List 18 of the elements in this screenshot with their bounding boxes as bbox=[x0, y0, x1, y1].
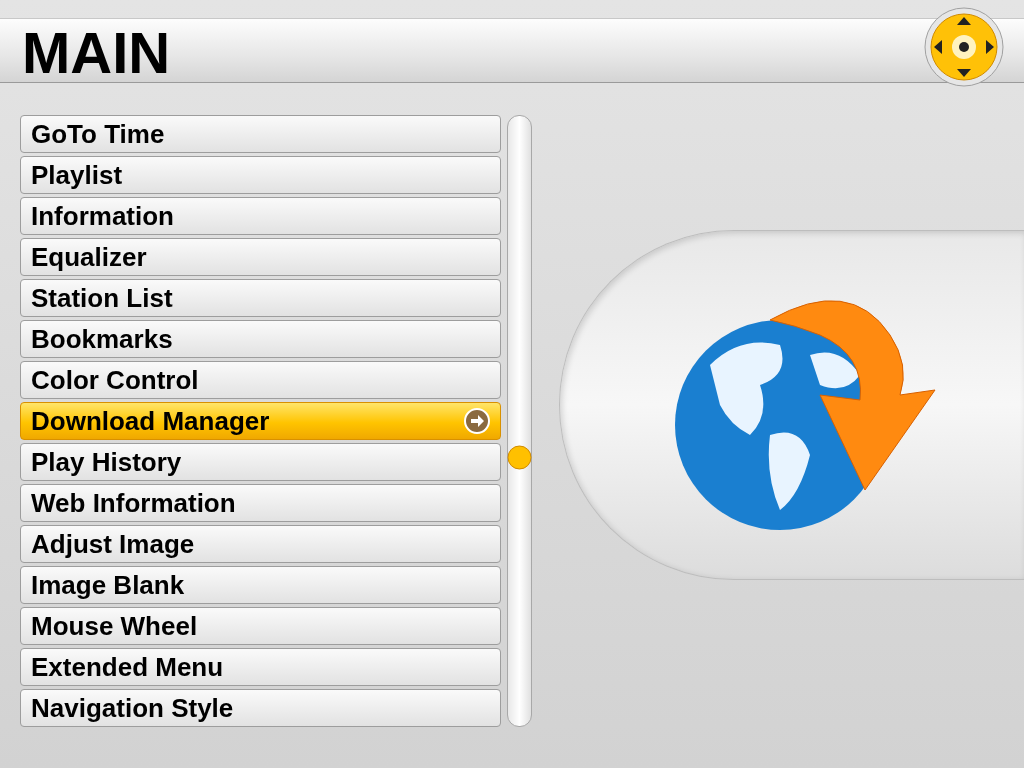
menu-item[interactable]: Download Manager bbox=[20, 402, 501, 440]
direction-pad-icon[interactable] bbox=[924, 6, 1004, 87]
menu-item[interactable]: Playlist bbox=[20, 156, 501, 194]
menu-item[interactable]: GoTo Time bbox=[20, 115, 501, 153]
menu-item[interactable]: Color Control bbox=[20, 361, 501, 399]
menu-item[interactable]: Play History bbox=[20, 443, 501, 481]
menu-item[interactable]: Adjust Image bbox=[20, 525, 501, 563]
screen-title: MAIN bbox=[22, 23, 171, 82]
menu-item[interactable]: Navigation Style bbox=[20, 689, 501, 727]
scroll-thumb[interactable] bbox=[507, 445, 532, 470]
menu-item[interactable]: Image Blank bbox=[20, 566, 501, 604]
menu-item[interactable]: Equalizer bbox=[20, 238, 501, 276]
menu-item[interactable]: Mouse Wheel bbox=[20, 607, 501, 645]
menu-item[interactable]: Web Information bbox=[20, 484, 501, 522]
menu-item[interactable]: Station List bbox=[20, 279, 501, 317]
menu-item[interactable]: Bookmarks bbox=[20, 320, 501, 358]
menu-item[interactable]: Information bbox=[20, 197, 501, 235]
menu-item[interactable]: Extended Menu bbox=[20, 648, 501, 686]
